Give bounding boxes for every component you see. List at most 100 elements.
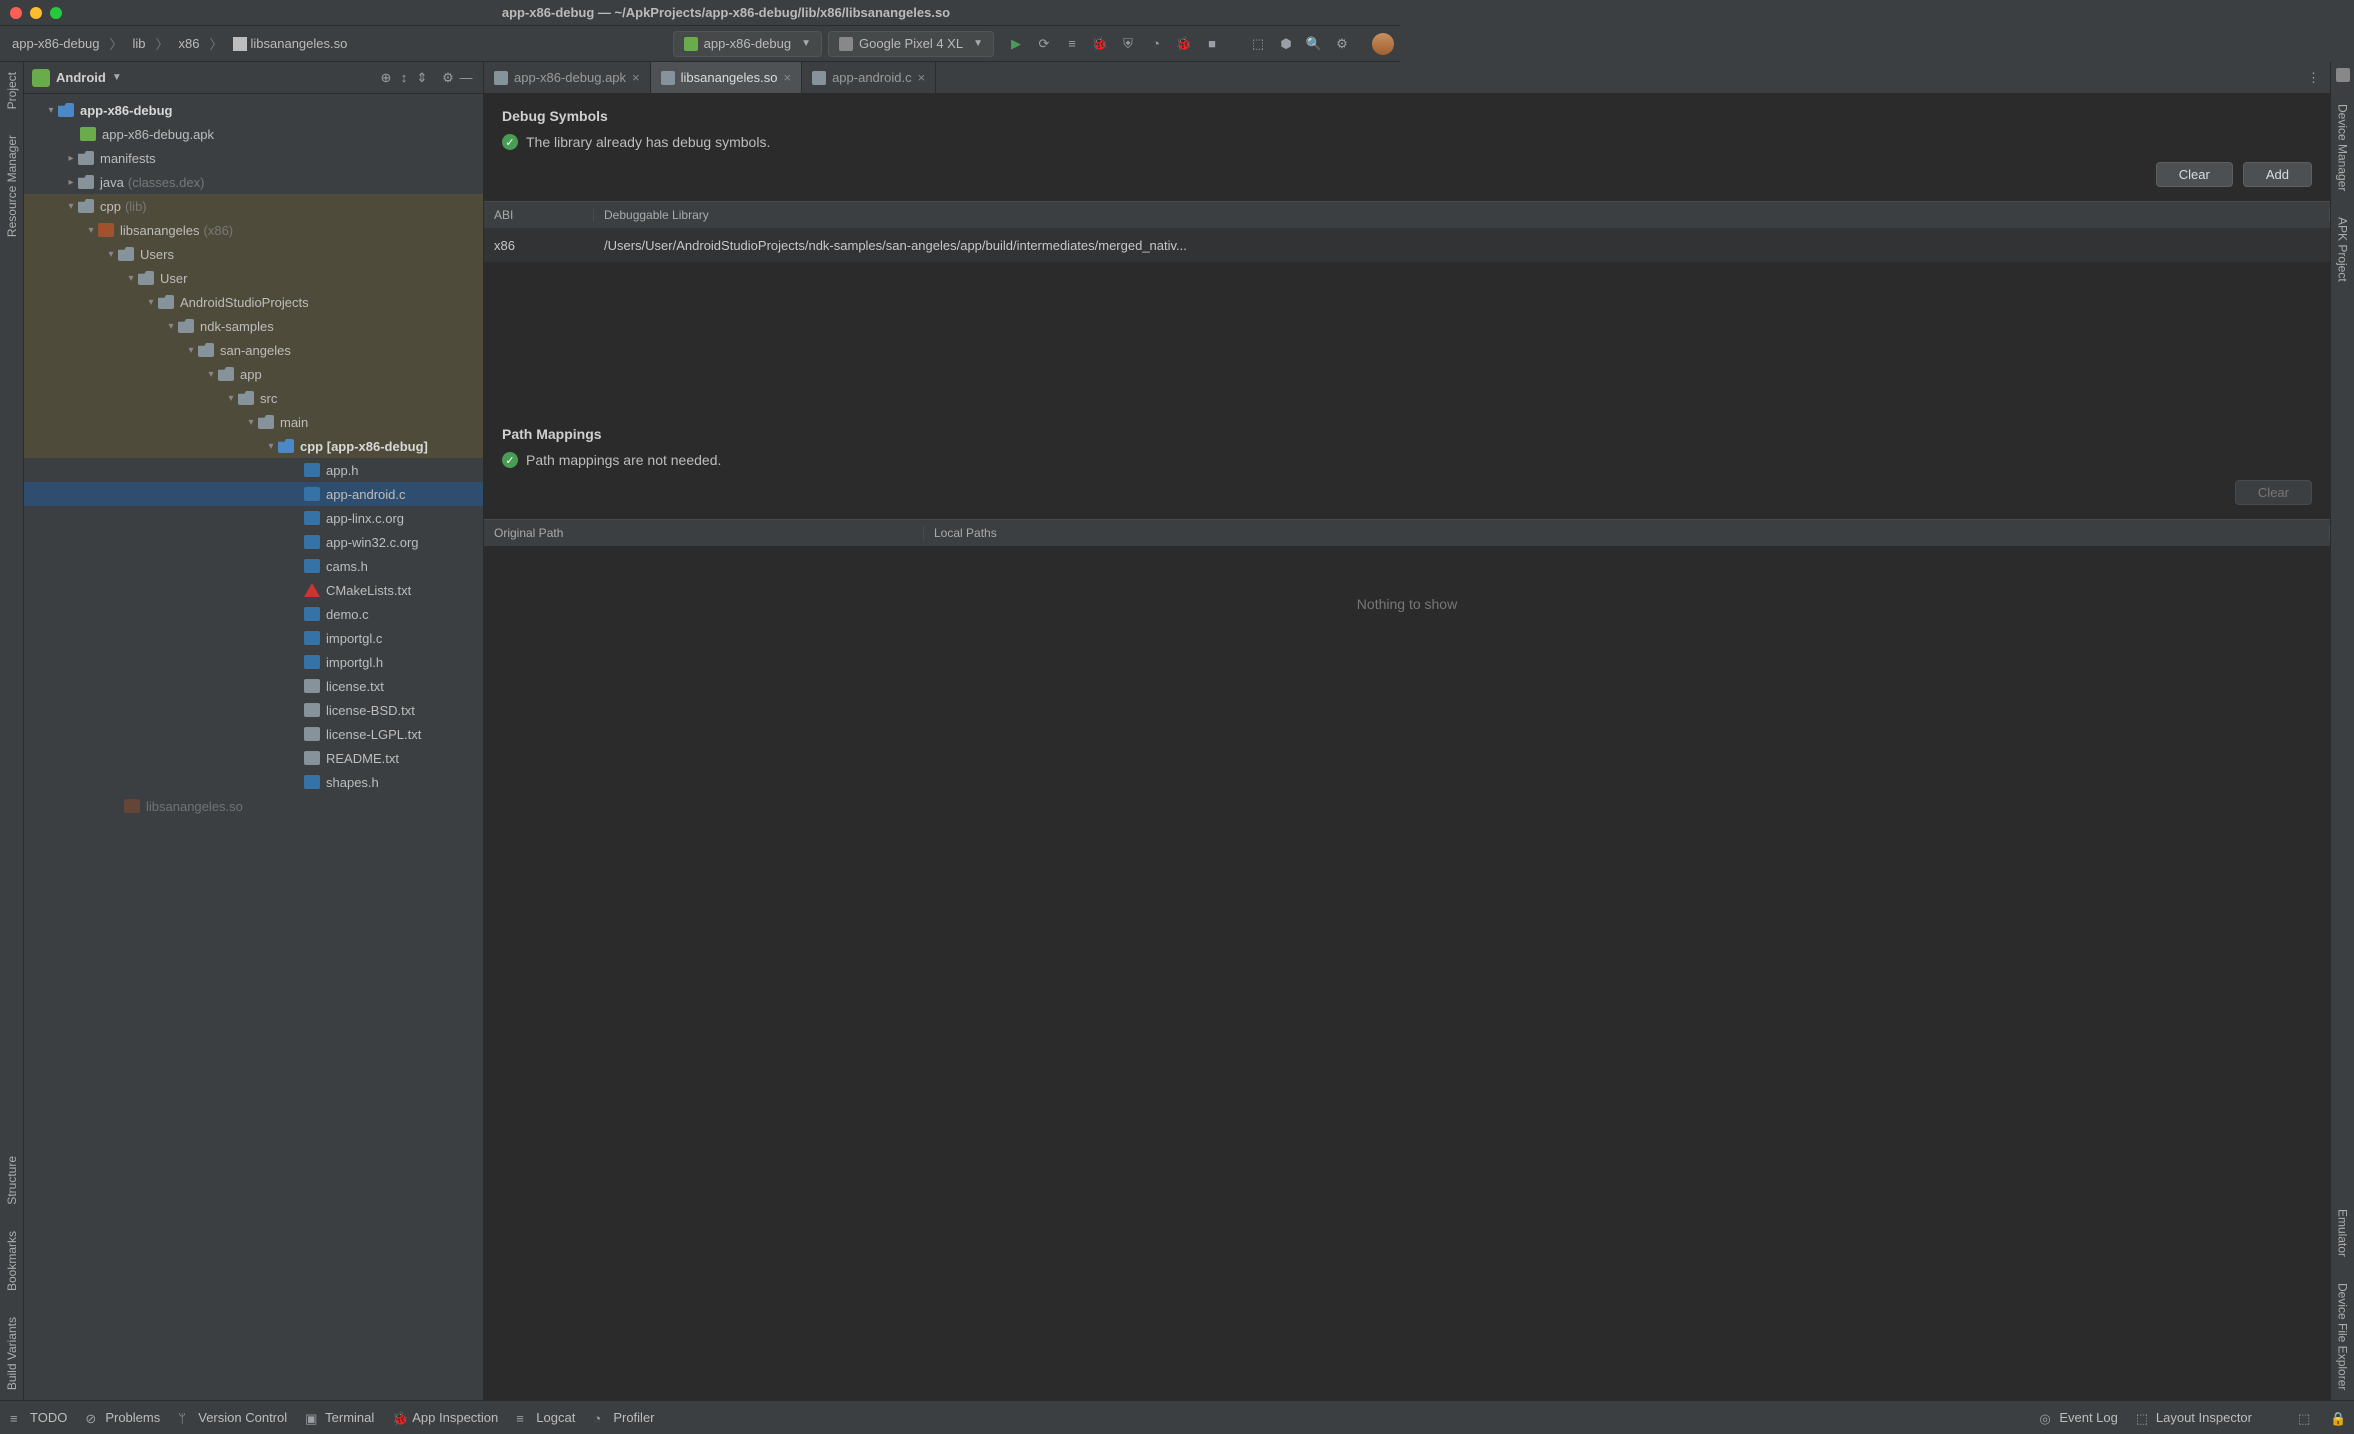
tree-folder[interactable]: ▾Users bbox=[24, 242, 483, 266]
tree-folder[interactable]: ▾cpp [app-x86-debug] bbox=[24, 434, 483, 458]
add-button[interactable]: Add bbox=[2243, 162, 2312, 187]
close-tab-icon[interactable]: × bbox=[918, 70, 926, 85]
tool-tab-build-variants[interactable]: Build Variants bbox=[5, 1313, 19, 1394]
tree-folder[interactable]: ▸manifests bbox=[24, 146, 483, 170]
tool-tab-device-file-explorer[interactable]: Device File Explorer bbox=[2336, 1279, 2350, 1394]
user-avatar[interactable] bbox=[1372, 33, 1394, 55]
tool-tab-project[interactable]: Project bbox=[5, 68, 19, 113]
tree-folder[interactable]: ▾src bbox=[24, 386, 483, 410]
tree-folder[interactable]: ▾main bbox=[24, 410, 483, 434]
tree-folder[interactable]: ▾cpp(lib) bbox=[24, 194, 483, 218]
tree-folder[interactable]: ▾User bbox=[24, 266, 483, 290]
tool-tab-structure[interactable]: Structure bbox=[5, 1152, 19, 1209]
header-file-icon bbox=[304, 463, 320, 477]
tool-profiler[interactable]: ◔Profiler bbox=[593, 1410, 654, 1425]
editor-tab[interactable]: app-android.c× bbox=[802, 62, 936, 93]
tool-tab-bookmarks[interactable]: Bookmarks bbox=[5, 1227, 19, 1295]
expand-all-icon[interactable]: ↕ bbox=[395, 70, 413, 85]
column-header-local-paths[interactable]: Local Paths bbox=[924, 526, 2330, 540]
header-file-icon bbox=[304, 775, 320, 789]
breadcrumb-item[interactable]: app-x86-debug bbox=[6, 34, 105, 53]
tool-tab-device-manager[interactable]: Device Manager bbox=[2336, 100, 2350, 195]
tree-folder[interactable]: ▾ndk-samples bbox=[24, 314, 483, 338]
profile-icon[interactable]: ◔ bbox=[1148, 36, 1164, 52]
avd-manager-icon[interactable]: ⬢ bbox=[1278, 36, 1294, 52]
tool-tab-emulator[interactable]: Emulator bbox=[2336, 1205, 2350, 1261]
tool-event-log[interactable]: ◎Event Log bbox=[2039, 1410, 2118, 1425]
collapse-all-icon[interactable]: ⇕ bbox=[413, 70, 431, 86]
tool-tab-apk-project[interactable]: APK Project bbox=[2336, 213, 2350, 286]
ide-status-icon[interactable]: ⬚ bbox=[2298, 1411, 2312, 1425]
hide-icon[interactable]: — bbox=[457, 70, 475, 85]
tree-file[interactable]: cams.h bbox=[24, 554, 483, 578]
more-icon[interactable]: ⋮ bbox=[2307, 70, 2320, 86]
apply-changes-icon[interactable]: ⟳ bbox=[1036, 36, 1052, 52]
clear-button[interactable]: Clear bbox=[2156, 162, 2233, 187]
tool-todo[interactable]: ≡TODO bbox=[10, 1410, 67, 1425]
run-config-selector[interactable]: app-x86-debug ▼ bbox=[673, 31, 822, 57]
tree-file[interactable]: app.h bbox=[24, 458, 483, 482]
breadcrumb-item[interactable]: lib bbox=[126, 34, 151, 53]
tool-app-inspection[interactable]: 🐞App Inspection bbox=[392, 1410, 498, 1425]
debug-icon[interactable]: 🐞 bbox=[1092, 36, 1108, 52]
stop-icon[interactable]: ■ bbox=[1204, 36, 1220, 52]
sync-project-icon[interactable]: ⬚ bbox=[1250, 36, 1266, 52]
tree-file[interactable]: shapes.h bbox=[24, 770, 483, 794]
column-header-original-path[interactable]: Original Path bbox=[484, 526, 924, 540]
tree-folder[interactable]: ▾libsanangeles(x86) bbox=[24, 218, 483, 242]
editor-tab-active[interactable]: libsanangeles.so× bbox=[651, 62, 802, 93]
tree-file[interactable]: README.txt bbox=[24, 746, 483, 770]
tool-problems[interactable]: ⊘Problems bbox=[85, 1410, 160, 1425]
tree-file[interactable]: app-x86-debug.apk bbox=[24, 122, 483, 146]
tree-file[interactable]: importgl.c bbox=[24, 626, 483, 650]
close-window-icon[interactable] bbox=[10, 7, 22, 19]
minimize-window-icon[interactable] bbox=[30, 7, 42, 19]
apply-code-icon[interactable]: ≡ bbox=[1064, 36, 1080, 52]
tree-file[interactable]: license-BSD.txt bbox=[24, 698, 483, 722]
gear-icon[interactable]: ⚙ bbox=[439, 70, 457, 86]
project-tree[interactable]: ▾app-x86-debug app-x86-debug.apk ▸manife… bbox=[24, 94, 483, 1400]
project-view-selector[interactable]: Android bbox=[56, 70, 106, 85]
header-file-icon bbox=[304, 559, 320, 573]
settings-icon[interactable]: ⚙ bbox=[1334, 36, 1350, 52]
device-selector[interactable]: Google Pixel 4 XL ▼ bbox=[828, 31, 994, 57]
close-tab-icon[interactable]: × bbox=[632, 70, 640, 85]
tool-logcat[interactable]: ≡Logcat bbox=[516, 1410, 575, 1425]
tree-file[interactable]: app-linx.c.org bbox=[24, 506, 483, 530]
notifications-icon[interactable] bbox=[2336, 68, 2350, 82]
tree-file-selected[interactable]: app-android.c bbox=[24, 482, 483, 506]
maximize-window-icon[interactable] bbox=[50, 7, 62, 19]
tree-folder[interactable]: ▾san-angeles bbox=[24, 338, 483, 362]
tree-file[interactable]: license.txt bbox=[24, 674, 483, 698]
coverage-icon[interactable]: ⛨ bbox=[1120, 36, 1136, 52]
branch-icon: ᛘ bbox=[178, 1411, 192, 1425]
column-header-abi[interactable]: ABI bbox=[484, 208, 594, 222]
tree-file[interactable]: libsanangeles.so bbox=[24, 794, 483, 818]
tool-terminal[interactable]: ▣Terminal bbox=[305, 1410, 374, 1425]
tree-folder[interactable]: ▾app bbox=[24, 362, 483, 386]
close-tab-icon[interactable]: × bbox=[783, 70, 791, 85]
tree-file[interactable]: importgl.h bbox=[24, 650, 483, 674]
tree-folder[interactable]: ▸java(classes.dex) bbox=[24, 170, 483, 194]
tool-layout-inspector[interactable]: ⬚Layout Inspector bbox=[2136, 1410, 2252, 1425]
window-controls bbox=[10, 7, 62, 19]
tree-file[interactable]: CMakeLists.txt bbox=[24, 578, 483, 602]
tree-folder[interactable]: ▾AndroidStudioProjects bbox=[24, 290, 483, 314]
tool-tab-resource-manager[interactable]: Resource Manager bbox=[5, 131, 19, 241]
device-label: Google Pixel 4 XL bbox=[859, 36, 963, 51]
table-row[interactable]: x86 /Users/User/AndroidStudioProjects/nd… bbox=[484, 228, 2330, 262]
breadcrumb-item[interactable]: x86 bbox=[173, 34, 206, 53]
breadcrumb-item[interactable]: libsanangeles.so bbox=[227, 34, 354, 54]
editor-tab[interactable]: app-x86-debug.apk× bbox=[484, 62, 651, 93]
search-icon[interactable]: 🔍 bbox=[1306, 36, 1322, 52]
locate-icon[interactable]: ⊕ bbox=[377, 70, 395, 86]
tree-file[interactable]: app-win32.c.org bbox=[24, 530, 483, 554]
tree-module[interactable]: ▾app-x86-debug bbox=[24, 98, 483, 122]
tool-vcs[interactable]: ᛘVersion Control bbox=[178, 1410, 287, 1425]
tree-file[interactable]: demo.c bbox=[24, 602, 483, 626]
lock-icon[interactable]: 🔒 bbox=[2330, 1411, 2344, 1425]
column-header-library[interactable]: Debuggable Library bbox=[594, 208, 2330, 222]
attach-debugger-icon[interactable]: 🐞 bbox=[1176, 36, 1192, 52]
run-icon[interactable]: ▶ bbox=[1008, 36, 1024, 52]
tree-file[interactable]: license-LGPL.txt bbox=[24, 722, 483, 746]
